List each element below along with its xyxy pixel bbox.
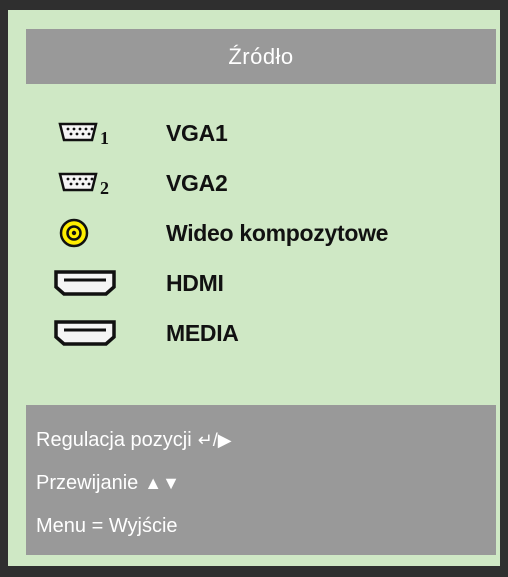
source-item-hdmi[interactable]: HDMI xyxy=(0,260,508,306)
vga-port-2-icon: 2 xyxy=(50,163,130,203)
source-label-vga1: VGA1 xyxy=(166,119,228,146)
help-exit-label: Menu = Wyjście xyxy=(36,514,178,537)
hdmi-port-icon xyxy=(50,263,130,303)
composite-video-icon xyxy=(50,213,130,253)
source-label-media: MEDIA xyxy=(166,319,239,346)
source-label-vga2: VGA2 xyxy=(166,169,228,196)
help-adjust-label: Regulacja pozycji xyxy=(36,428,192,451)
help-scroll-line: Przewijanie ▲▼ xyxy=(36,468,180,498)
help-scroll-label: Przewijanie xyxy=(36,471,139,494)
source-label-composite: Wideo kompozytowe xyxy=(166,219,389,246)
source-label-hdmi: HDMI xyxy=(166,269,224,296)
source-item-composite[interactable]: Wideo kompozytowe xyxy=(0,210,508,256)
osd-frame: Źródło 1 VGA1 2 VGA2 Wideo kompozytowe H… xyxy=(0,0,508,577)
help-exit-line: Menu = Wyjście xyxy=(36,511,178,541)
vga-port-1-icon: 1 xyxy=(50,113,130,153)
source-item-media[interactable]: MEDIA xyxy=(0,310,508,356)
vga-port-number: 1 xyxy=(100,128,109,148)
source-item-vga1[interactable]: 1 VGA1 xyxy=(0,110,508,156)
vga-port-number: 2 xyxy=(100,178,109,198)
menu-title-text: Źródło xyxy=(228,43,294,69)
source-item-vga2[interactable]: 2 VGA2 xyxy=(0,160,508,206)
enter-right-icon: ↵/▶ xyxy=(197,429,232,450)
help-box: Regulacja pozycji ↵/▶ Przewijanie ▲▼ Men… xyxy=(26,405,496,555)
menu-title: Źródło xyxy=(26,29,496,84)
media-port-icon xyxy=(50,313,130,353)
up-down-arrows-icon: ▲▼ xyxy=(144,472,180,493)
help-adjust-line: Regulacja pozycji ↵/▶ xyxy=(36,425,232,455)
